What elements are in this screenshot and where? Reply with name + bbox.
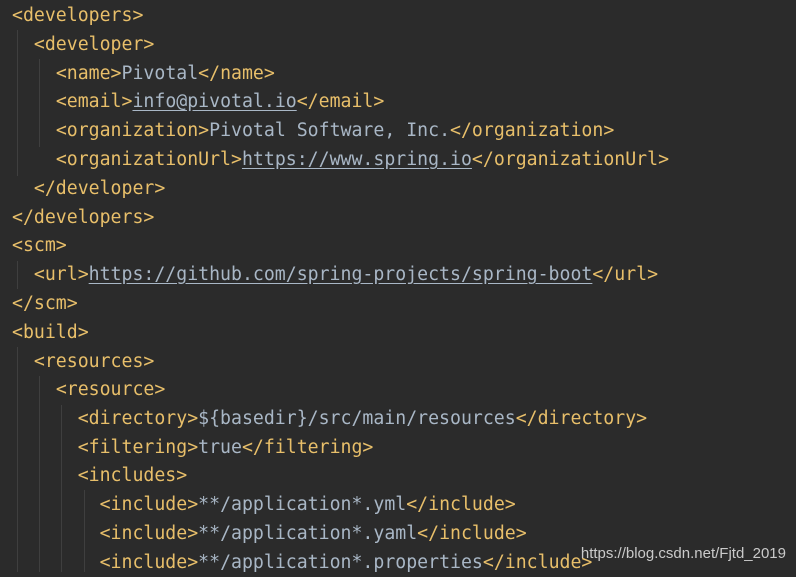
email-link[interactable]: info@pivotal.io: [132, 91, 296, 112]
code-line[interactable]: </scm>: [12, 289, 78, 318]
url-link[interactable]: https://www.spring.io: [242, 149, 472, 170]
code-line[interactable]: <developer>: [12, 30, 154, 59]
xml-tag-open: <resource>: [55, 379, 166, 400]
xml-tag-open: <include>: [99, 494, 199, 515]
xml-tag-open: <includes>: [77, 465, 188, 486]
code-line[interactable]: <directory>${basedir}/src/main/resources…: [12, 404, 647, 433]
xml-tag-open: <include>: [99, 552, 199, 573]
url-link[interactable]: https://github.com/spring-projects/sprin…: [89, 264, 593, 285]
code-line[interactable]: <name>Pivotal</name>: [12, 59, 275, 88]
xml-tag-open: <directory>: [77, 408, 199, 429]
code-editor[interactable]: <developers> <developer> <name>Pivotal</…: [0, 0, 796, 573]
xml-value: **/application*.yml: [198, 494, 407, 515]
code-line[interactable]: <filtering>true</filtering>: [12, 433, 374, 462]
code-line[interactable]: </developers>: [12, 203, 154, 232]
code-line[interactable]: <build>: [12, 318, 89, 347]
xml-tag-open: <name>: [55, 63, 122, 84]
code-line[interactable]: </developer>: [12, 174, 165, 203]
xml-tag-open: <email>: [55, 91, 133, 112]
code-line[interactable]: <email>info@pivotal.io</email>: [12, 87, 385, 116]
xml-value: **/application*.properties: [198, 552, 483, 573]
xml-tag-close: </include>: [482, 552, 593, 573]
xml-tag-open: <filtering>: [77, 437, 199, 458]
xml-tag-open: <developer>: [33, 34, 155, 55]
xml-tag-close: </organizationUrl>: [471, 149, 670, 170]
xml-tag-close: </include>: [417, 523, 527, 544]
code-line[interactable]: <organization>Pivotal Software, Inc.</or…: [12, 116, 614, 145]
xml-tag-close: </organization>: [450, 120, 615, 141]
xml-tag-open: <scm>: [12, 235, 67, 256]
code-line[interactable]: <includes>: [12, 461, 188, 490]
xml-tag-close: </email>: [296, 91, 385, 112]
xml-tag-close: </url>: [592, 264, 659, 285]
xml-tag-close: </scm>: [12, 293, 78, 314]
xml-tag-close: </developers>: [12, 207, 155, 228]
watermark-text: https://blog.csdn.net/Fjtd_2019: [580, 545, 786, 562]
code-line[interactable]: <include>**/application*.yml</include>: [12, 490, 516, 519]
xml-tag-open: <organization>: [55, 120, 210, 141]
xml-tag-open: <organizationUrl>: [55, 149, 242, 170]
code-line[interactable]: <include>**/application*.properties</inc…: [12, 548, 593, 577]
xml-tag-open: <build>: [12, 322, 89, 343]
code-line[interactable]: <include>**/application*.yaml</include>: [12, 519, 527, 548]
xml-value: Pivotal Software, Inc.: [209, 120, 451, 141]
xml-value: true: [198, 437, 242, 458]
xml-tag-open: <resources>: [33, 351, 155, 372]
xml-value: **/application*.yaml: [198, 523, 418, 544]
xml-tag-open: <url>: [33, 264, 89, 285]
xml-tag-close: </filtering>: [241, 437, 374, 458]
xml-tag-close: </developer>: [33, 178, 166, 199]
xml-tag-open: <include>: [99, 523, 199, 544]
code-line[interactable]: <organizationUrl>https://www.spring.io</…: [12, 145, 669, 174]
xml-tag-close: </name>: [198, 63, 275, 84]
code-line[interactable]: <developers>: [12, 1, 143, 30]
xml-tag-close: </directory>: [515, 408, 648, 429]
xml-value: ${basedir}/src/main/resources: [198, 408, 516, 429]
code-line[interactable]: <resource>: [12, 375, 166, 404]
xml-value: Pivotal: [121, 63, 199, 84]
code-line[interactable]: <scm>: [12, 231, 67, 260]
xml-tag-open: <developers>: [12, 5, 144, 26]
xml-tag-close: </include>: [406, 494, 516, 515]
code-line[interactable]: <resources>: [12, 347, 154, 376]
code-line[interactable]: <url>https://github.com/spring-projects/…: [12, 260, 658, 289]
